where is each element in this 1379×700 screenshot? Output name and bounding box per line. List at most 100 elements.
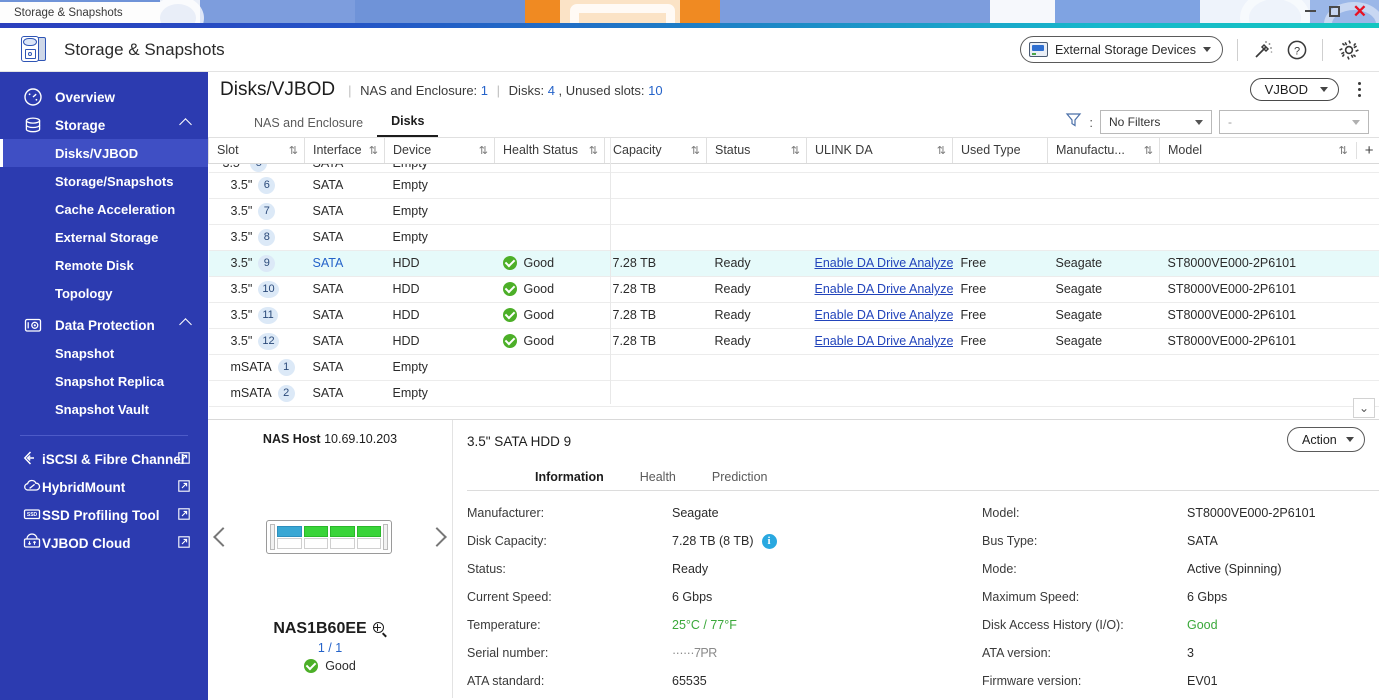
temperature-label: Temperature: [467, 618, 541, 632]
enclosure-bay-selected[interactable] [277, 525, 302, 537]
column-header-interface[interactable]: Interface ⇅ [304, 138, 385, 164]
sidebar-item-iscsi-label: iSCSI & Fibre Channel [42, 451, 185, 467]
table-row[interactable]: 3.5" 11 SATA HDD Good 7.28 TB Ready Enab… [208, 302, 1379, 329]
enclosure-bay[interactable] [303, 525, 328, 537]
row-status: Ready [706, 328, 807, 355]
sidebar-item-iscsi-fibre-channel[interactable]: iSCSI & Fibre Channel [0, 445, 208, 473]
sort-updown-icon-ulink[interactable]: ⇅ [937, 144, 946, 157]
sidebar-item-snapshot-replica[interactable]: Snapshot Replica [0, 367, 208, 395]
table-row[interactable]: 3.5" 9 SATA HDD Good 7.28 TB Ready Enabl… [208, 250, 1379, 277]
sidebar-item-cache-acceleration[interactable]: Cache Acceleration [0, 195, 208, 223]
enable-da-drive-analyzer-link[interactable]: Enable DA Drive Analyzer [815, 334, 953, 348]
sidebar-item-data-protection[interactable]: Data Protection [0, 311, 208, 339]
sort-updown-icon-status[interactable]: ⇅ [791, 144, 800, 157]
tab-information[interactable]: Information [517, 470, 622, 490]
sidebar-item-remote-disk[interactable]: Remote Disk [0, 251, 208, 279]
maximize-button[interactable] [1328, 6, 1340, 17]
sort-updown-icon-interface[interactable]: ⇅ [369, 144, 378, 157]
close-button[interactable]: ✕ [1353, 3, 1367, 20]
enable-da-drive-analyzer-link[interactable]: Enable DA Drive Analyzer [815, 282, 953, 296]
row-device: Empty [384, 172, 495, 199]
column-header-status[interactable]: Status ⇅ [706, 138, 807, 164]
enclosure-bay[interactable] [356, 525, 381, 537]
column-header-manufacturer[interactable]: Manufactu... ⇅ [1047, 138, 1160, 164]
ssd-icon: SSD [22, 504, 42, 527]
funnel-icon[interactable] [1065, 111, 1082, 133]
row-slot-prefix: 3.5" [230, 204, 253, 218]
table-row[interactable]: 3.5" 5 SATA Empty [208, 163, 1379, 173]
table-row[interactable]: 3.5" 7 SATA Empty [208, 198, 1379, 225]
column-header-slot[interactable]: Slot ⇅ [208, 138, 305, 164]
disks-value: 4 [547, 82, 555, 98]
enclosure-bay[interactable] [330, 525, 355, 537]
table-row[interactable]: mSATA 1 SATA Empty [208, 354, 1379, 381]
sort-updown-icon-slot[interactable]: ⇅ [289, 144, 298, 157]
sidebar-item-ssd-profiling-tool[interactable]: SSD SSD Profiling Tool [0, 501, 208, 529]
row-slot-prefix: 3.5" [230, 334, 253, 348]
enclosure-bay-empty[interactable] [330, 537, 355, 549]
column-header-capacity[interactable]: Capacity ⇅ [604, 138, 707, 164]
column-header-used-type[interactable]: Used Type [952, 138, 1048, 164]
sort-updown-icon-manufacturer[interactable]: ⇅ [1144, 144, 1153, 157]
vjbod-selector[interactable]: VJBOD [1249, 78, 1339, 101]
plus-icon[interactable]: + [1355, 141, 1374, 159]
sidebar-item-vjbod-cloud[interactable]: VJBOD Cloud [0, 529, 208, 557]
chevron-right-icon[interactable] [427, 527, 447, 547]
table-row[interactable]: 3.5" 12 SATA HDD Good 7.28 TB Ready Enab… [208, 328, 1379, 355]
sort-updown-icon-health[interactable]: ⇅ [589, 144, 598, 157]
column-header-ulink-da[interactable]: ULINK DA ⇅ [806, 138, 953, 164]
svg-text:?: ? [1294, 45, 1300, 57]
kebab-menu-icon[interactable] [1351, 79, 1367, 99]
tab-disks[interactable]: Disks [377, 114, 439, 137]
tab-health[interactable]: Health [622, 470, 694, 490]
nas-enclosure-icon[interactable] [266, 520, 392, 554]
magnifier-plus-icon[interactable] [372, 622, 387, 638]
sidebar-item-snapshot-vault[interactable]: Snapshot Vault [0, 395, 208, 423]
magic-wand-icon[interactable] [1252, 39, 1274, 61]
disks-label: Disks: [508, 82, 545, 98]
double-chevron-down-icon[interactable]: ⌄ [1353, 398, 1375, 418]
sort-updown-icon-device[interactable]: ⇅ [479, 144, 488, 157]
table-row[interactable]: 3.5" 10 SATA HDD Good 7.28 TB Ready Enab… [208, 276, 1379, 303]
table-row[interactable]: mSATA 2 SATA Empty [208, 380, 1379, 407]
enable-da-drive-analyzer-link[interactable]: Enable DA Drive Analyzer [815, 256, 953, 270]
action-button[interactable]: Action [1287, 427, 1365, 452]
mode-value: Active (Spinning) [1187, 562, 1282, 576]
column-header-model[interactable]: Model ⇅ + [1159, 138, 1379, 164]
enclosure-bay-empty[interactable] [356, 537, 381, 549]
app-title: Storage & Snapshots [64, 39, 225, 59]
window-titlebar[interactable]: Storage & Snapshots [0, 0, 160, 23]
sort-updown-icon-capacity[interactable]: ⇅ [691, 144, 700, 157]
sidebar-item-external-storage[interactable]: External Storage [0, 223, 208, 251]
sidebar-item-overview[interactable]: Overview [0, 83, 208, 111]
external-storage-devices-button[interactable]: External Storage Devices [1019, 36, 1223, 63]
sidebar-item-topology[interactable]: Topology [0, 279, 208, 307]
column-header-health-status[interactable]: Health Status ⇅ [494, 138, 605, 164]
enable-da-drive-analyzer-link[interactable]: Enable DA Drive Analyzer [815, 308, 953, 322]
sort-updown-icon-model[interactable]: ⇅ [1339, 144, 1348, 157]
enclosure-bay-empty[interactable] [277, 537, 302, 549]
maximum-speed-label: Maximum Speed: [982, 590, 1080, 604]
row-used-type: Free [952, 276, 1048, 303]
row-slot-prefix: 3.5" [230, 256, 253, 270]
filter-primary-select[interactable]: No Filters [1100, 110, 1212, 134]
sidebar-item-hybridmount[interactable]: HybridMount [0, 473, 208, 501]
sidebar-item-storage[interactable]: Storage [0, 111, 208, 139]
gear-icon[interactable] [1337, 38, 1361, 62]
sidebar-item-storage-snapshots[interactable]: Storage/Snapshots [0, 167, 208, 195]
info-icon[interactable]: i [761, 533, 777, 549]
table-row[interactable]: 3.5" 6 SATA Empty [208, 172, 1379, 199]
minimize-button[interactable] [1304, 10, 1316, 12]
sidebar-item-snapshot[interactable]: Snapshot [0, 339, 208, 367]
column-header-device[interactable]: Device ⇅ [384, 138, 495, 164]
sidebar-item-disks-vjbod[interactable]: Disks/VJBOD [0, 139, 208, 167]
filter-secondary-select[interactable]: - [1219, 110, 1369, 134]
tab-prediction[interactable]: Prediction [694, 470, 786, 490]
chevron-left-icon[interactable] [213, 527, 233, 547]
table-row[interactable]: 3.5" 8 SATA Empty [208, 224, 1379, 251]
tab-nas-and-enclosure[interactable]: NAS and Enclosure [240, 116, 377, 137]
current-speed-label: Current Speed: [467, 590, 552, 604]
help-circle-icon[interactable]: ? [1286, 39, 1308, 61]
row-slot-badge: 6 [258, 176, 276, 194]
enclosure-bay-empty[interactable] [303, 537, 328, 549]
